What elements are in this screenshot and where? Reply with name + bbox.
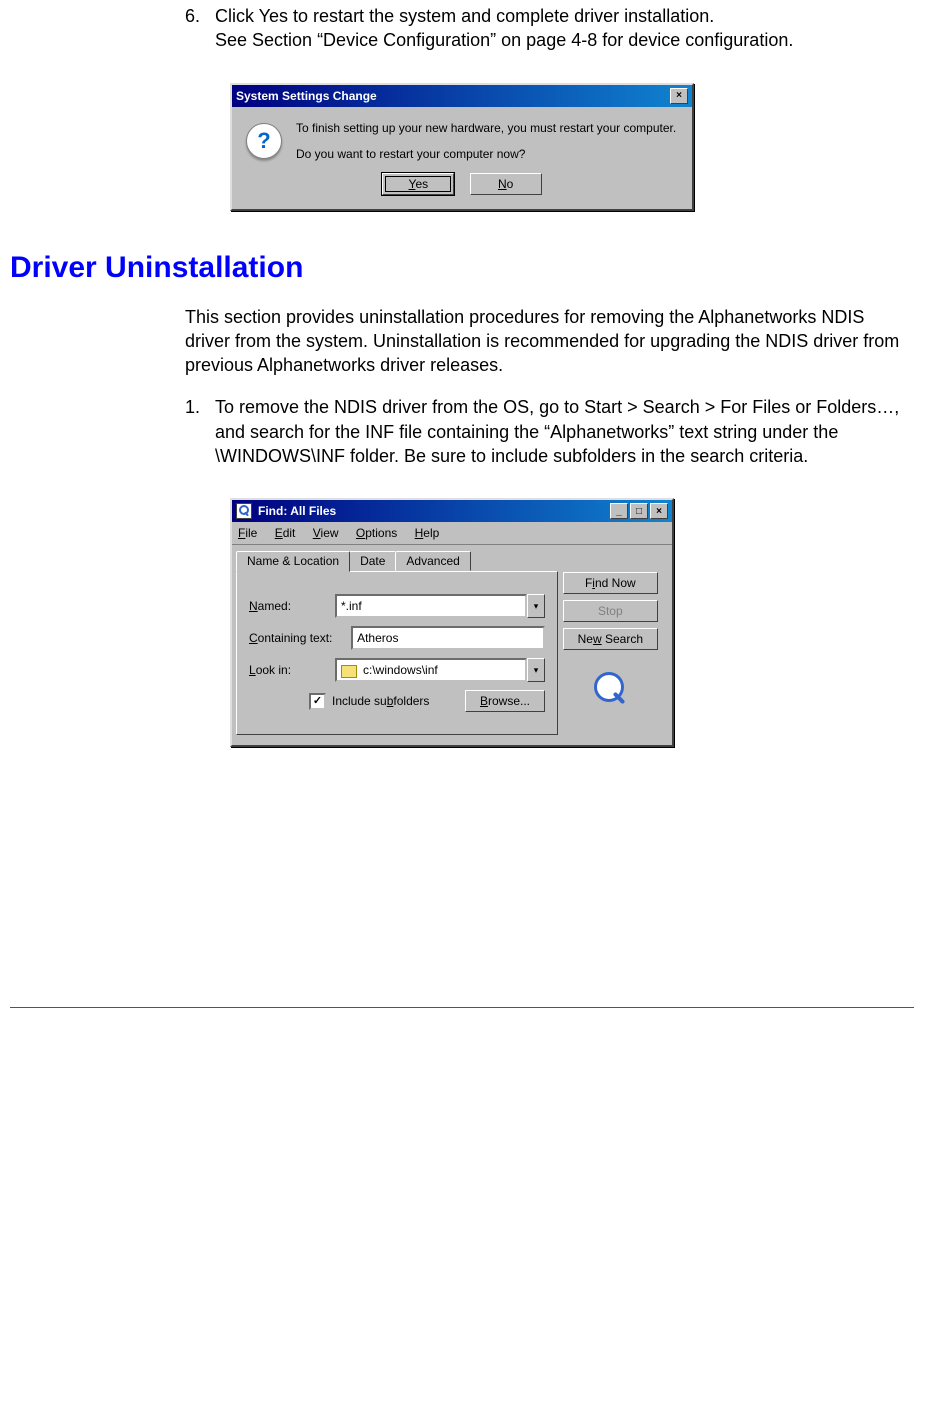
include-subfolders-label: Include subfolders	[332, 694, 429, 708]
yes-button[interactable]: Yes	[382, 173, 454, 195]
named-input[interactable]	[335, 594, 527, 618]
yes-label-rest: es	[415, 177, 428, 191]
step-6: 6. Click Yes to restart the system and c…	[185, 4, 914, 53]
folder-icon	[341, 665, 357, 678]
no-label-rest: o	[507, 177, 514, 191]
lookin-value: c:\windows\inf	[363, 663, 438, 677]
menu-view[interactable]: View	[309, 524, 349, 542]
find-title: Find: All Files	[258, 504, 608, 518]
step-6-line2: See Section “Device Configuration” on pa…	[215, 30, 793, 50]
close-icon[interactable]: ×	[650, 503, 668, 519]
system-settings-change-dialog: System Settings Change × ? To finish set…	[230, 83, 694, 211]
step-1-text: To remove the NDIS driver from the OS, g…	[215, 397, 899, 466]
find-titlebar[interactable]: Find: All Files _ □ ×	[232, 500, 672, 522]
named-dropdown-icon[interactable]: ▾	[527, 594, 545, 618]
lookin-dropdown-icon[interactable]: ▾	[527, 658, 545, 682]
tab-name-location[interactable]: Name & Location	[236, 551, 350, 572]
tab-panel: Named: ▾ Containing text: Look in:	[236, 571, 558, 735]
page-footer-rule	[10, 1007, 914, 1008]
dialog-title: System Settings Change	[236, 89, 668, 103]
containing-text-input[interactable]	[351, 626, 545, 650]
label-containing: Containing text:	[249, 631, 351, 645]
checkbox-check-icon: ✓	[309, 693, 326, 710]
maximize-icon[interactable]: □	[630, 503, 648, 519]
no-button[interactable]: No	[470, 173, 542, 195]
dialog-titlebar[interactable]: System Settings Change ×	[232, 85, 692, 107]
menu-file[interactable]: File	[234, 524, 267, 542]
menu-edit[interactable]: Edit	[271, 524, 306, 542]
menu-help[interactable]: Help	[411, 524, 450, 542]
intro-paragraph: This section provides uninstallation pro…	[185, 305, 914, 378]
include-subfolders-checkbox[interactable]: ✓ Include subfolders	[309, 693, 429, 710]
browse-button[interactable]: Browse...	[465, 690, 545, 712]
step-1-number: 1.	[185, 395, 200, 419]
menu-options[interactable]: Options	[352, 524, 407, 542]
tab-date[interactable]: Date	[349, 551, 396, 571]
minimize-icon[interactable]: _	[610, 503, 628, 519]
dialog-message-2: Do you want to restart your computer now…	[296, 145, 676, 163]
label-named: Named:	[249, 599, 335, 613]
step-6-number: 6.	[185, 4, 200, 28]
dialog-message-1: To finish setting up your new hardware, …	[296, 119, 676, 137]
step-6-line1: Click Yes to restart the system and comp…	[215, 6, 714, 26]
tab-advanced[interactable]: Advanced	[395, 551, 470, 571]
section-heading: Driver Uninstallation	[10, 251, 914, 285]
find-menubar: File Edit View Options Help	[232, 522, 672, 545]
question-icon: ?	[246, 123, 282, 159]
close-icon[interactable]: ×	[670, 88, 688, 104]
label-lookin: Look in:	[249, 663, 335, 677]
step-1: 1. To remove the NDIS driver from the OS…	[185, 395, 914, 468]
find-all-files-window: Find: All Files _ □ × File Edit View Opt…	[230, 498, 674, 747]
